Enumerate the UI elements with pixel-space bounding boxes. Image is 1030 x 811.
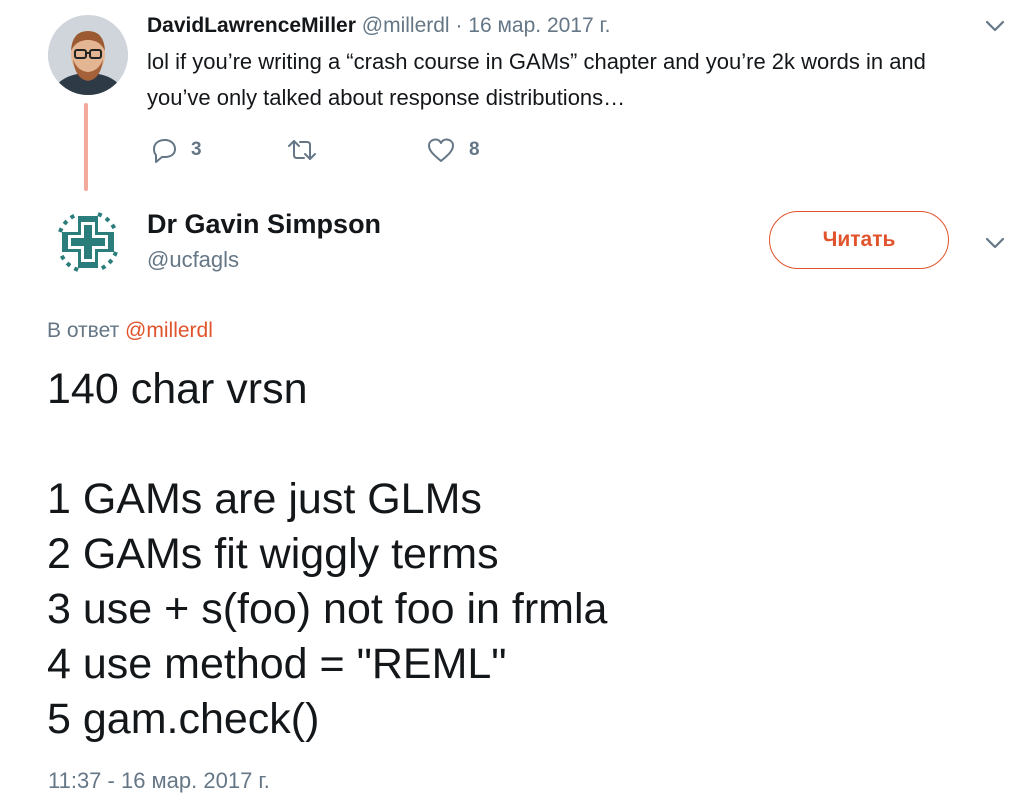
person-avatar-icon — [48, 15, 128, 95]
tweet-text-line: 1 GAMs are just GLMs — [47, 475, 482, 523]
header-separator: · — [455, 14, 463, 37]
tweet-text-line: 3 use + s(foo) not foo in frmla — [47, 585, 608, 633]
parent-text-line: you’ve only talked about response distri… — [147, 85, 626, 110]
tweet-timestamp[interactable]: 11:37 - 16 мар. 2017 г. — [48, 767, 270, 795]
reply-count: 3 — [191, 139, 202, 160]
retweet-button[interactable] — [285, 133, 319, 167]
parent-tweet-header: DavidLawrenceMiller @millerdl · 16 мар. … — [147, 13, 610, 39]
parent-menu-chevron-down-icon[interactable] — [984, 19, 1006, 33]
hospital-cross-logo-icon — [48, 202, 128, 282]
like-button[interactable]: 8 — [425, 133, 480, 167]
author-handle[interactable]: @ucfagls — [147, 246, 239, 274]
reply-to-link[interactable]: @millerdl — [125, 319, 213, 342]
like-count: 8 — [469, 139, 480, 160]
tweet-text: 140 char vrsn 1 GAMs are just GLMs 2 GAM… — [47, 362, 987, 747]
follow-button[interactable]: Читать — [769, 211, 949, 269]
main-avatar[interactable] — [48, 202, 128, 282]
parent-text-line: lol if you’re writing a “crash course in… — [147, 49, 926, 74]
reply-button[interactable]: 3 — [149, 133, 202, 167]
parent-date[interactable]: 16 мар. 2017 г. — [468, 14, 610, 37]
parent-handle[interactable]: @millerdl — [362, 14, 450, 37]
tweet-text-line: 5 gam.check() — [47, 695, 320, 743]
tweet-text-line: 2 GAMs fit wiggly terms — [47, 530, 499, 578]
tweet-text-line: 140 char vrsn — [47, 365, 308, 413]
reply-prefix: В ответ — [47, 319, 120, 342]
thread-connector-line — [84, 103, 88, 191]
parent-display-name[interactable]: DavidLawrenceMiller — [147, 14, 356, 37]
tweet-text-line: 4 use method = "REML" — [47, 640, 507, 688]
reply-context: В ответ @millerdl — [47, 318, 213, 344]
tweet-thread: DavidLawrenceMiller @millerdl · 16 мар. … — [0, 0, 1030, 811]
author-display-name[interactable]: Dr Gavin Simpson — [147, 207, 381, 241]
parent-avatar[interactable] — [48, 15, 128, 95]
retweet-icon — [288, 140, 316, 160]
reply-icon — [153, 139, 176, 163]
tweet-menu-chevron-down-icon[interactable] — [984, 236, 1006, 250]
heart-icon — [428, 138, 454, 162]
parent-tweet-text: lol if you’re writing a “crash course in… — [147, 44, 997, 116]
tweet-text-line — [47, 417, 987, 472]
